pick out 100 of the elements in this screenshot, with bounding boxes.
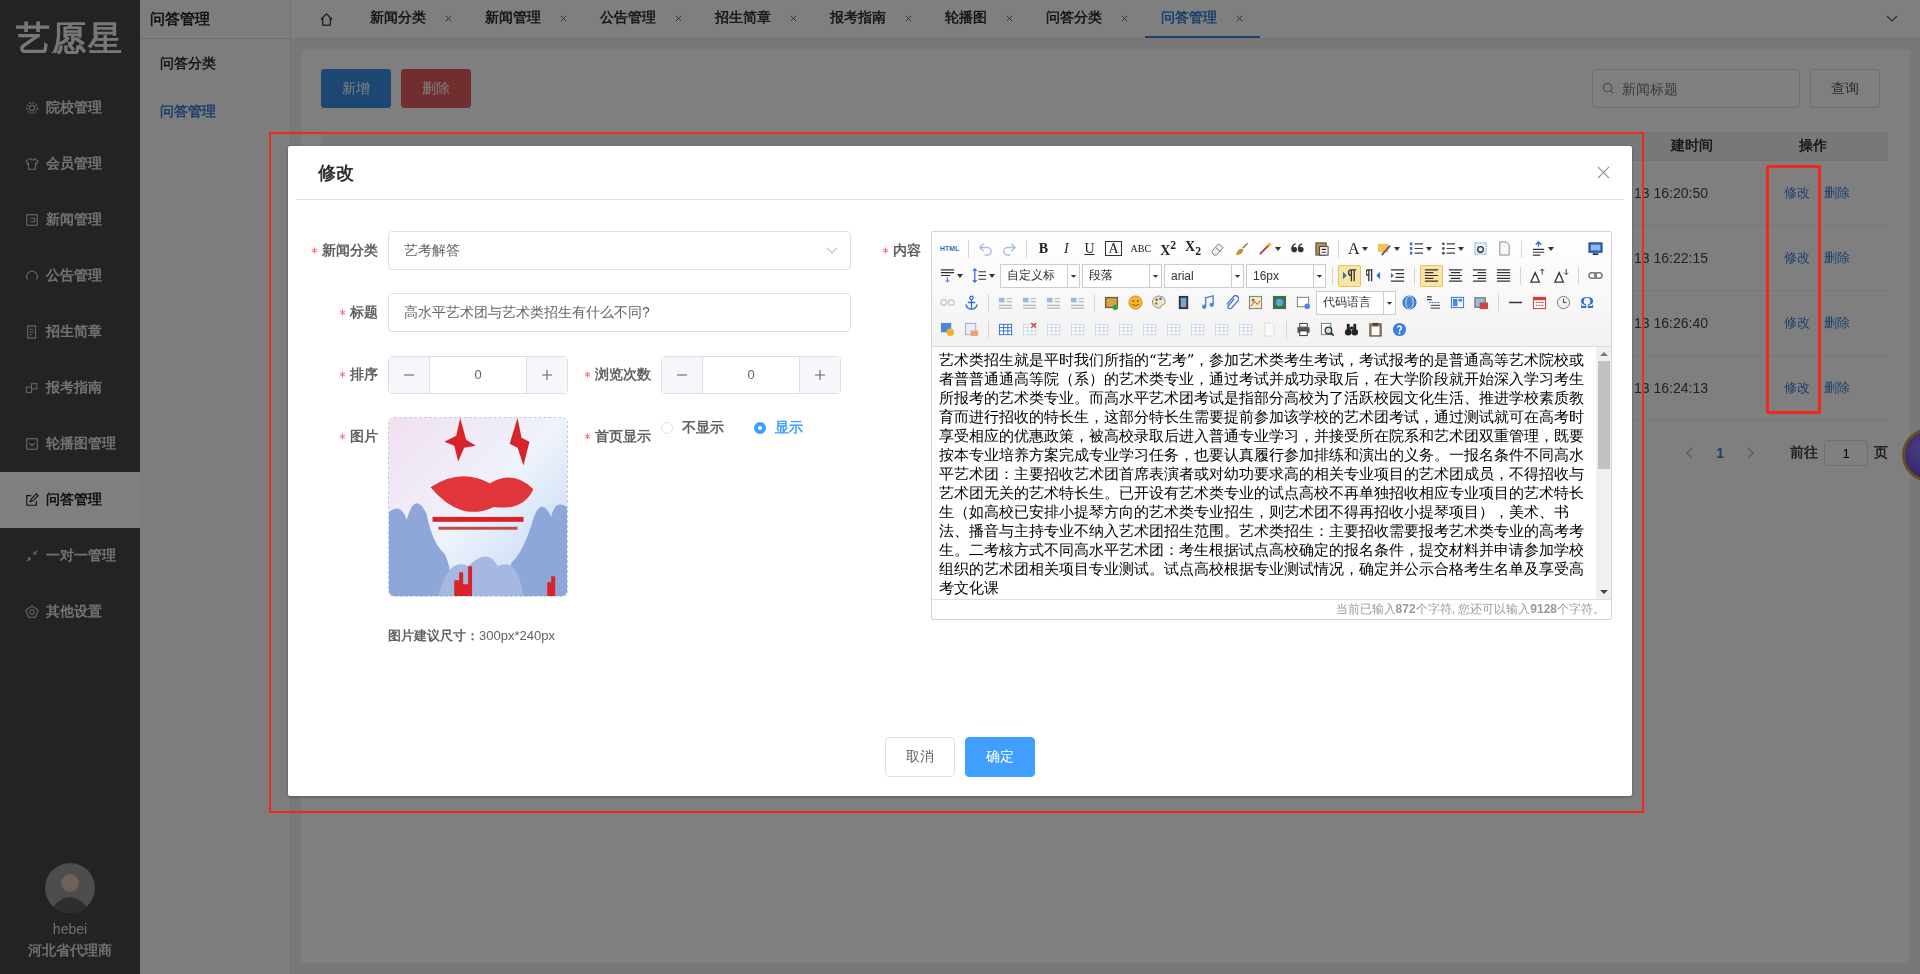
close-icon[interactable]	[559, 13, 568, 23]
action-button[interactable]: 新增	[321, 69, 391, 108]
smiley-icon	[1128, 295, 1143, 310]
menu-item-icon	[25, 325, 39, 339]
sidebar-item[interactable]: 其他设置	[0, 584, 140, 640]
close-icon[interactable]	[1597, 166, 1610, 179]
radio-label: 显示	[775, 419, 803, 437]
sidebar-item[interactable]: 报考指南	[0, 360, 140, 416]
action-button[interactable]: 删除	[401, 69, 471, 108]
bullet-list-icon	[1440, 241, 1456, 256]
increment-button[interactable]	[799, 356, 840, 393]
search-field[interactable]: 新闻标题	[1592, 69, 1800, 108]
align-left-button[interactable]	[1420, 264, 1443, 287]
caret-icon	[1149, 264, 1161, 287]
action-link[interactable]: 删除	[1824, 184, 1850, 202]
superscript-button[interactable]: X$^{2}$	[1156, 237, 1181, 260]
caret-icon	[957, 273, 963, 278]
action-link[interactable]: 删除	[1824, 314, 1850, 332]
sub-menu-item[interactable]: 问答分类	[140, 39, 290, 87]
sidebar-item[interactable]: 院校管理	[0, 80, 140, 136]
sidebar-item[interactable]: 公告管理	[0, 248, 140, 304]
font-size-select[interactable]: 16px	[1246, 263, 1326, 288]
caret-icon	[1313, 264, 1325, 287]
sidebar-item[interactable]: 轮播图管理	[0, 416, 140, 472]
tab[interactable]: 问答管理	[1145, 0, 1260, 38]
dialog-button[interactable]: 确定	[965, 737, 1035, 777]
close-icon[interactable]	[1120, 13, 1129, 23]
font-select[interactable]: arial	[1164, 263, 1244, 288]
sidebar-item[interactable]: 一对一管理	[0, 528, 140, 584]
italic-button[interactable]: I	[1055, 237, 1078, 260]
left-to-right-button[interactable]	[1338, 264, 1361, 287]
close-icon[interactable]	[789, 13, 798, 23]
menu-item-icon	[25, 605, 39, 619]
action-link[interactable]: 修改	[1784, 249, 1810, 267]
template-icon	[1450, 295, 1465, 310]
tab[interactable]: 轮播图	[929, 0, 1030, 38]
music-note-icon	[1200, 295, 1215, 310]
field-label: 浏览次数	[595, 365, 651, 384]
tab[interactable]: 新闻分类	[354, 0, 469, 38]
close-icon[interactable]	[444, 13, 453, 23]
action-link[interactable]: 修改	[1784, 184, 1810, 202]
increment-button[interactable]	[526, 356, 567, 393]
bold-button[interactable]: B	[1032, 237, 1055, 260]
section-title: 问答管理	[140, 0, 290, 39]
calendar-icon	[1532, 295, 1547, 310]
scrollbar-thumb[interactable]	[1597, 361, 1610, 469]
scroll-down-icon[interactable]	[1599, 589, 1608, 595]
heading-select[interactable]: 自定义标	[1000, 263, 1080, 288]
close-icon[interactable]	[1235, 13, 1244, 23]
scroll-up-icon[interactable]	[1599, 351, 1608, 357]
border-button[interactable]: A	[1101, 237, 1126, 260]
chevron-down-icon[interactable]	[1886, 15, 1898, 23]
sub-menu-item[interactable]: 问答管理	[140, 87, 290, 135]
tab[interactable]: 问答分类	[1030, 0, 1145, 38]
scrollbar[interactable]	[1596, 347, 1611, 599]
radio-option[interactable]: 不显示	[661, 419, 724, 437]
menu-item-icon	[25, 101, 39, 115]
tab[interactable]: 报考指南	[814, 0, 929, 38]
grow-triangle-icon	[1530, 268, 1545, 283]
eraser-icon	[1210, 241, 1226, 256]
query-button[interactable]: 查询	[1810, 69, 1880, 108]
shrink-triangle-icon	[1554, 268, 1569, 283]
dialog-button[interactable]: 取消	[885, 737, 955, 777]
sort-stepper[interactable]: 0	[388, 355, 568, 394]
dialog-title: 修改	[318, 161, 355, 185]
blank-page-icon	[1496, 241, 1512, 256]
tab[interactable]: 招生简章	[699, 0, 814, 38]
action-link[interactable]: 修改	[1784, 314, 1810, 332]
category-select[interactable]: 艺考解答	[388, 231, 851, 270]
subscript-button[interactable]: X$_{2}$	[1181, 237, 1206, 260]
sidebar-item[interactable]: 会员管理	[0, 136, 140, 192]
sidebar-item[interactable]: 招生简章	[0, 304, 140, 360]
editor-text[interactable]: 艺术类招生就是平时我们所指的“艺考”，参加艺术类考生考试，考试报考的是普通高等艺术院校或者普普通通高等院（系）的艺术类专业，通过考试并成功录取后，在大学阶段就开始深入学习考生所报考的艺术类专业。而高水平艺术团考试是指部分高校为了活跃校园文化生活、推进学校素质教育而进行招收的特长生，这部分特长生需要提前参加该学校的艺术团考试，通过测试就可在高考时享受相应的优惠政策，被高校录取后进入普通专业学习，并接受所在院系和艺术团双重管理，既要按本专业培养方案完成专业学习任务，也要认真履行参加排练和演出的义务。一报名条件不同高水平艺术团：主要招收艺术团首席表演者或对幼功要求高的相关专业项目的艺术团成员，不得招收与艺术团无关的艺术特长生。已开设有艺术类专业的试点高校不再单独招收相应专业项目的艺术特长生（如高校已安排小提琴方向的艺术类专业招生，则艺术团不得再招收小提琴项目），美术、书法、播音与主持专业不纳入艺术团招生范围。艺术类招生：主要招收需要报考艺术类专业的高考考生。二考核方式不同高水平艺术团：考生根据试点高校确定的报名条件，提交材料并申请参加学校组织的艺术团相关项目专业测试。试点高校根据专业测试情况，确定并公示合格考生名单及享受高考文化课	[932, 347, 1596, 599]
underline-button[interactable]: U	[1078, 237, 1101, 260]
close-icon[interactable]	[1005, 13, 1014, 23]
font-color-button[interactable]: A	[1344, 237, 1372, 260]
strikethrough-button[interactable]: ABC	[1126, 237, 1156, 260]
paragraph-select[interactable]: 段落	[1082, 263, 1162, 288]
close-icon[interactable]	[904, 13, 913, 23]
sidebar-item[interactable]: 问答管理	[0, 472, 140, 528]
radio-option[interactable]: 显示	[754, 419, 803, 437]
tab[interactable]: 公告管理	[584, 0, 699, 38]
views-stepper[interactable]: 0	[661, 355, 841, 394]
code-language-select[interactable]: 代码语言	[1316, 290, 1396, 315]
sidebar-item[interactable]: 新闻管理	[0, 192, 140, 248]
action-link[interactable]: 修改	[1784, 379, 1810, 397]
symbol-button[interactable]: Ω	[1576, 291, 1598, 314]
character-counter: 当前已输入872个字符, 您还可以输入9128个字符。	[1335, 601, 1605, 618]
action-link[interactable]: 删除	[1824, 249, 1850, 267]
home-icon[interactable]	[319, 11, 334, 27]
align-right-icon	[1472, 268, 1487, 283]
close-icon[interactable]	[674, 13, 683, 23]
title-input[interactable]: 高水平艺术团与艺术类招生有什么不同?	[388, 293, 851, 332]
page-number[interactable]: 1	[1716, 445, 1724, 461]
action-link[interactable]: 删除	[1824, 379, 1850, 397]
page-input[interactable]: 1	[1824, 440, 1868, 466]
tab[interactable]: 新闻管理	[469, 0, 584, 38]
grid-icon	[1238, 322, 1253, 337]
caret-icon	[1393, 246, 1400, 251]
table-delete-icon	[1022, 322, 1037, 337]
